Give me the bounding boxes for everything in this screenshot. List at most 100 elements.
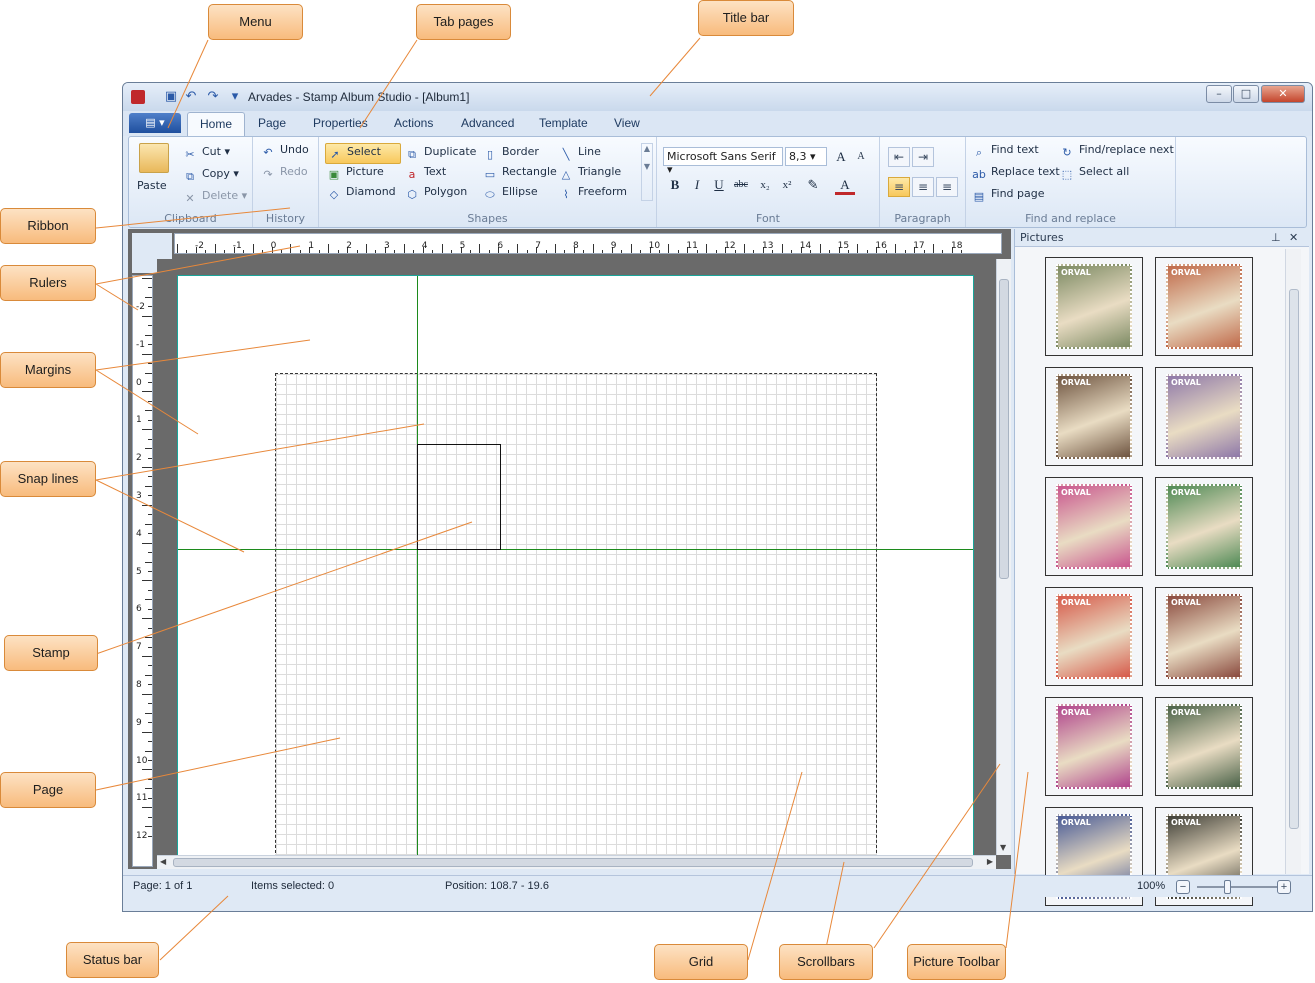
scroll-left-icon[interactable]: ◀ (160, 857, 166, 866)
picture-button[interactable]: ▣ Picture (327, 165, 384, 182)
snap-line-horizontal[interactable] (178, 549, 973, 550)
zoom-slider-knob[interactable] (1224, 880, 1231, 894)
copy-button[interactable]: ⧉ Copy ▾ (183, 167, 239, 184)
ruler-label: 6 (497, 241, 504, 251)
diamond-button[interactable]: ◇ Diamond (327, 185, 396, 202)
stamp-thumbnail[interactable]: ORVAL (1045, 257, 1143, 356)
find-page-icon: ▤ (973, 190, 985, 203)
quick-access-dropdown-icon[interactable]: ▾ (227, 89, 243, 105)
paste-icon[interactable] (139, 143, 169, 173)
highlight-icon[interactable]: ✎ (803, 175, 823, 195)
pictures-scrollbar[interactable] (1285, 249, 1301, 874)
close-panel-icon[interactable]: ✕ (1289, 231, 1298, 244)
subscript-icon[interactable]: x₂ (755, 175, 775, 195)
shapes-gallery-scroll[interactable]: ▲ ▼ (641, 143, 653, 201)
select-button[interactable]: ➚ Select (325, 143, 401, 164)
stamp-thumbnail[interactable]: ORVAL (1045, 697, 1143, 796)
paragraph-group-label: Paragraph (894, 212, 951, 225)
vertical-scrollbar[interactable]: ▼ (996, 259, 1011, 855)
close-button[interactable]: ✕ (1261, 85, 1305, 103)
tab-view[interactable]: View (614, 116, 640, 130)
strikethrough-icon[interactable]: abc (731, 175, 751, 195)
stamp-thumbnail[interactable]: ORVAL (1155, 367, 1253, 466)
vertical-ruler[interactable]: -2 -1 0 1 2 3 4 5 6 7 8 9 10 11 12 (132, 275, 153, 867)
ruler-minor-tick (148, 684, 152, 686)
ellipse-button[interactable]: ⬭ Ellipse (483, 185, 537, 202)
duplicate-button[interactable]: ⧉ Duplicate (405, 145, 476, 162)
stamp-shape[interactable] (417, 444, 501, 550)
text-button[interactable]: a Text (405, 165, 447, 182)
polygon-button[interactable]: ⬡ Polygon (405, 185, 467, 202)
font-family-select[interactable]: Microsoft Sans Serif ▾ (663, 147, 783, 176)
replace-text-button[interactable]: ab Replace text (972, 165, 1060, 182)
align-right-icon[interactable]: ≡ (936, 177, 958, 197)
pictures-scroll-thumb[interactable] (1289, 289, 1299, 829)
select-all-button[interactable]: ⬚ Select all (1060, 165, 1130, 182)
italic-icon[interactable]: I (687, 175, 707, 195)
horizontal-scrollbar[interactable]: ◀ ▶ (157, 855, 996, 869)
tab-advanced[interactable]: Advanced (461, 116, 514, 130)
zoom-in-button[interactable]: + (1277, 880, 1291, 894)
cut-label: Cut (202, 145, 221, 158)
select-label: Select (347, 145, 381, 158)
stamp-thumbnail[interactable]: ORVAL (1155, 477, 1253, 576)
redo-button[interactable]: ↷ Redo (261, 165, 307, 182)
cut-button[interactable]: ✂ Cut ▾ (183, 145, 230, 162)
border-button[interactable]: ▯ Border (483, 145, 539, 162)
save-icon[interactable]: ▣ (163, 89, 179, 105)
align-left-icon[interactable]: ≡ (888, 177, 910, 197)
album-page[interactable] (177, 275, 974, 865)
scroll-right-icon[interactable]: ▶ (987, 857, 993, 866)
paste-button[interactable]: Paste (137, 179, 167, 192)
font-size-select[interactable]: 8,3 ▾ (785, 147, 827, 166)
font-color-icon[interactable]: A (835, 175, 855, 195)
find-replace-next-button[interactable]: ↻ Find/replace next (1060, 143, 1173, 160)
redo-icon[interactable]: ↷ (205, 89, 221, 105)
stamp-thumbnail[interactable]: ORVAL (1155, 257, 1253, 356)
app-menu-button[interactable]: ▤ ▾ (129, 113, 181, 133)
tab-template[interactable]: Template (539, 116, 588, 130)
freeform-button[interactable]: ⌇ Freeform (559, 185, 627, 202)
horizontal-ruler[interactable]: -2 -1 0 1 2 3 4 5 6 7 8 9 10 11 12 13 14 15 16 17 18 (174, 233, 1002, 254)
ruler-minor-tick (148, 438, 152, 440)
zoom-slider[interactable] (1197, 886, 1281, 888)
pin-icon[interactable]: ⊥ (1271, 231, 1281, 244)
rectangle-button[interactable]: ▭ Rectangle (483, 165, 557, 182)
triangle-button[interactable]: △ Triangle (559, 165, 621, 182)
stamp-image: ORVAL (1056, 484, 1132, 569)
delete-button[interactable]: ✕ Delete ▾ (183, 189, 247, 206)
decrease-indent-icon[interactable]: ⇤ (888, 147, 910, 167)
align-center-icon[interactable]: ≡ (912, 177, 934, 197)
bold-icon[interactable]: B (665, 175, 685, 195)
ruler-minor-tick (148, 457, 152, 459)
line-button[interactable]: ╲ Line (559, 145, 601, 162)
shrink-font-icon[interactable]: A (851, 147, 871, 167)
scroll-down-icon[interactable]: ▼ (1000, 843, 1006, 852)
callout-title-bar: Title bar (698, 0, 794, 36)
stamp-thumbnail[interactable]: ORVAL (1045, 477, 1143, 576)
find-page-button[interactable]: ▤ Find page (972, 187, 1045, 204)
app-icon[interactable] (131, 90, 145, 104)
zoom-out-button[interactable]: − (1176, 880, 1190, 894)
grow-font-icon[interactable]: A (831, 147, 851, 167)
underline-icon[interactable]: U (709, 175, 729, 195)
increase-indent-icon[interactable]: ⇥ (912, 147, 934, 167)
stamp-thumbnail[interactable]: ORVAL (1155, 587, 1253, 686)
tab-actions[interactable]: Actions (394, 116, 433, 130)
undo-icon[interactable]: ↶ (183, 89, 199, 105)
maximize-button[interactable]: □ (1233, 85, 1259, 103)
find-text-button[interactable]: ⌕ Find text (972, 143, 1039, 160)
stamp-thumbnail[interactable]: ORVAL (1045, 587, 1143, 686)
horizontal-scroll-thumb[interactable] (173, 858, 973, 867)
snap-line-vertical[interactable] (417, 276, 418, 864)
tab-page[interactable]: Page (258, 116, 286, 130)
canvas-area[interactable] (157, 259, 996, 865)
tab-home[interactable]: Home (187, 112, 246, 136)
stamp-thumbnail[interactable]: ORVAL (1155, 697, 1253, 796)
superscript-icon[interactable]: x² (777, 175, 797, 195)
vertical-scroll-thumb[interactable] (999, 279, 1009, 579)
minimize-button[interactable]: – (1206, 85, 1232, 103)
undo-button[interactable]: ↶ Undo (261, 143, 308, 160)
tab-properties[interactable]: Properties (313, 116, 368, 130)
stamp-thumbnail[interactable]: ORVAL (1045, 367, 1143, 466)
